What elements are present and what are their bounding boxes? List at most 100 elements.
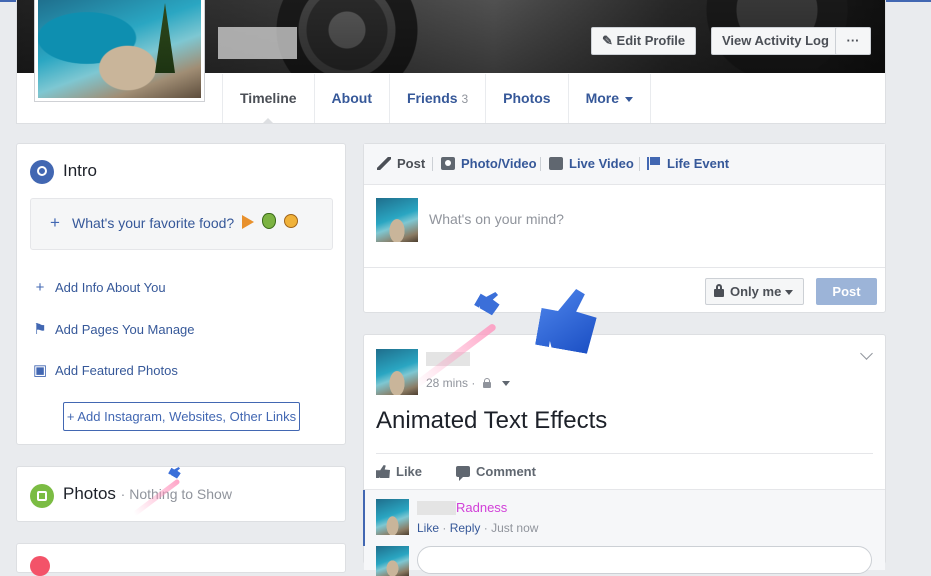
flag-icon: ⚑ bbox=[33, 321, 47, 338]
add-other-links-button[interactable]: + Add Instagram, Websites, Other Links bbox=[63, 402, 300, 431]
post-text: Animated Text Effects bbox=[376, 407, 608, 434]
post-meta: 28 mins · bbox=[426, 376, 511, 390]
plus-icon: + bbox=[50, 213, 60, 232]
thumbs-up-icon bbox=[376, 465, 390, 478]
post-actions: Like Comment bbox=[376, 453, 873, 490]
composer-tab-life-event-label: Life Event bbox=[667, 156, 730, 171]
globe-icon bbox=[30, 160, 54, 184]
photos-icon bbox=[30, 484, 54, 508]
tab-more[interactable]: More bbox=[569, 74, 652, 123]
add-pages-link[interactable]: ⚑ Add Pages You Manage bbox=[33, 320, 195, 338]
chevron-down-icon bbox=[785, 290, 794, 296]
flag-icon bbox=[647, 157, 661, 170]
composer-tab-post[interactable]: Post bbox=[377, 156, 425, 171]
post-options-chevron-icon[interactable] bbox=[860, 347, 873, 360]
intro-title: Intro bbox=[63, 161, 98, 180]
tab-about[interactable]: About bbox=[315, 74, 390, 123]
composer-tab-photo-video[interactable]: Photo/Video bbox=[441, 156, 537, 171]
meta-separator: · bbox=[483, 521, 488, 535]
photo-add-icon: ▣ bbox=[33, 362, 48, 379]
video-camera-icon bbox=[549, 157, 563, 170]
comment-avatar[interactable] bbox=[376, 499, 409, 535]
comment-bubble-icon bbox=[456, 466, 470, 481]
next-card bbox=[16, 543, 346, 576]
pencil-icon bbox=[377, 157, 391, 170]
edit-profile-label: Edit Profile bbox=[616, 33, 686, 48]
profile-header: ✎ Edit Profile View Activity Log ··· Tim… bbox=[16, 0, 886, 124]
tab-divider bbox=[639, 157, 640, 171]
post-author-avatar[interactable] bbox=[376, 349, 418, 395]
composer-tab-photo-video-label: Photo/Video bbox=[461, 156, 537, 171]
tab-timeline[interactable]: Timeline bbox=[222, 74, 315, 124]
pencil-icon: ✎ bbox=[602, 33, 613, 48]
add-info-label: Add Info About You bbox=[55, 280, 166, 295]
comment-like-link[interactable]: Like bbox=[417, 521, 439, 535]
tab-divider bbox=[432, 157, 433, 171]
audience-label: Only me bbox=[730, 284, 782, 299]
composer-input[interactable]: What's on your mind? bbox=[429, 211, 564, 227]
chevron-down-icon bbox=[625, 96, 634, 102]
like-label: Like bbox=[396, 464, 423, 479]
profile-name-redacted bbox=[218, 27, 297, 59]
add-featured-photos-label: Add Featured Photos bbox=[55, 363, 178, 378]
post-timestamp[interactable]: 28 mins · bbox=[426, 376, 475, 390]
camera-icon bbox=[441, 157, 455, 170]
profile-nav-tabs: Timeline About Friends 3 Photos More bbox=[222, 74, 652, 124]
add-pages-label: Add Pages You Manage bbox=[55, 322, 195, 337]
ellipsis-icon: ··· bbox=[846, 33, 860, 48]
favorite-food-prompt[interactable]: + What's your favorite food? bbox=[30, 198, 333, 250]
comment-button[interactable]: Comment bbox=[456, 464, 536, 481]
composer-tab-post-label: Post bbox=[397, 156, 426, 171]
photos-subtitle: · Nothing to Show bbox=[120, 486, 232, 502]
comment-highlight-bar bbox=[363, 490, 365, 546]
profile-picture-image bbox=[38, 0, 201, 98]
pizza-emoji-icon bbox=[242, 215, 254, 229]
tab-friends-label: Friends bbox=[406, 90, 458, 106]
active-tab-notch bbox=[262, 118, 275, 124]
comment-reply-link[interactable]: Reply bbox=[450, 521, 481, 535]
lock-icon bbox=[714, 284, 724, 297]
comment-author-name[interactable]: Radness bbox=[456, 500, 507, 515]
tab-timeline-label: Timeline bbox=[240, 90, 297, 106]
tab-friends[interactable]: Friends 3 bbox=[390, 74, 487, 123]
add-other-links-label: Add Instagram, Websites, Other Links bbox=[77, 409, 297, 424]
edit-profile-button[interactable]: ✎ Edit Profile bbox=[591, 27, 697, 55]
composer-tab-life-event[interactable]: Life Event bbox=[647, 156, 729, 171]
composer-tabs: Post Photo/Video Live Video Life Event bbox=[364, 144, 885, 185]
composer-tab-live-video-label: Live Video bbox=[569, 156, 634, 171]
add-featured-photos-link[interactable]: ▣ Add Featured Photos bbox=[33, 361, 178, 379]
plus-icon: + bbox=[66, 409, 75, 424]
favorite-food-text: What's your favorite food? bbox=[72, 215, 235, 231]
tab-about-label: About bbox=[331, 90, 372, 106]
meta-separator: · bbox=[442, 521, 447, 535]
tab-divider bbox=[540, 157, 541, 171]
photos-title-label: Photos bbox=[63, 484, 116, 503]
view-activity-log-button[interactable]: View Activity Log bbox=[711, 27, 840, 55]
comment-label: Comment bbox=[476, 464, 536, 479]
privacy-lock-icon bbox=[482, 378, 491, 388]
like-button[interactable]: Like bbox=[376, 464, 422, 479]
composer-avatar bbox=[376, 198, 418, 242]
composer-tab-live-video[interactable]: Live Video bbox=[549, 156, 634, 171]
tab-photos-label: Photos bbox=[503, 90, 551, 106]
add-info-link[interactable]: + Add Info About You bbox=[33, 279, 166, 296]
plus-icon: + bbox=[35, 279, 45, 296]
cookie-emoji-icon bbox=[284, 214, 298, 228]
comment-time: Just now bbox=[491, 521, 539, 535]
more-options-button[interactable]: ··· bbox=[835, 27, 871, 55]
card-icon bbox=[30, 556, 50, 576]
photos-card: Photos · Nothing to Show bbox=[16, 466, 346, 522]
comment-author-redacted[interactable] bbox=[417, 501, 456, 515]
post-composer: Post Photo/Video Live Video Life Event W… bbox=[363, 143, 886, 313]
audience-selector[interactable]: Only me bbox=[705, 278, 804, 305]
write-comment-input[interactable] bbox=[417, 546, 872, 574]
friends-count: 3 bbox=[461, 92, 469, 106]
tab-photos[interactable]: Photos bbox=[486, 74, 569, 123]
apple-emoji-icon bbox=[262, 213, 276, 229]
chevron-down-icon[interactable] bbox=[502, 381, 511, 387]
composer-footer: Only me Post bbox=[364, 267, 885, 313]
comment-meta: Like · Reply · Just now bbox=[417, 521, 538, 535]
post-button[interactable]: Post bbox=[816, 278, 877, 305]
profile-picture[interactable] bbox=[34, 0, 205, 102]
view-activity-log-label: View Activity Log bbox=[722, 33, 829, 48]
